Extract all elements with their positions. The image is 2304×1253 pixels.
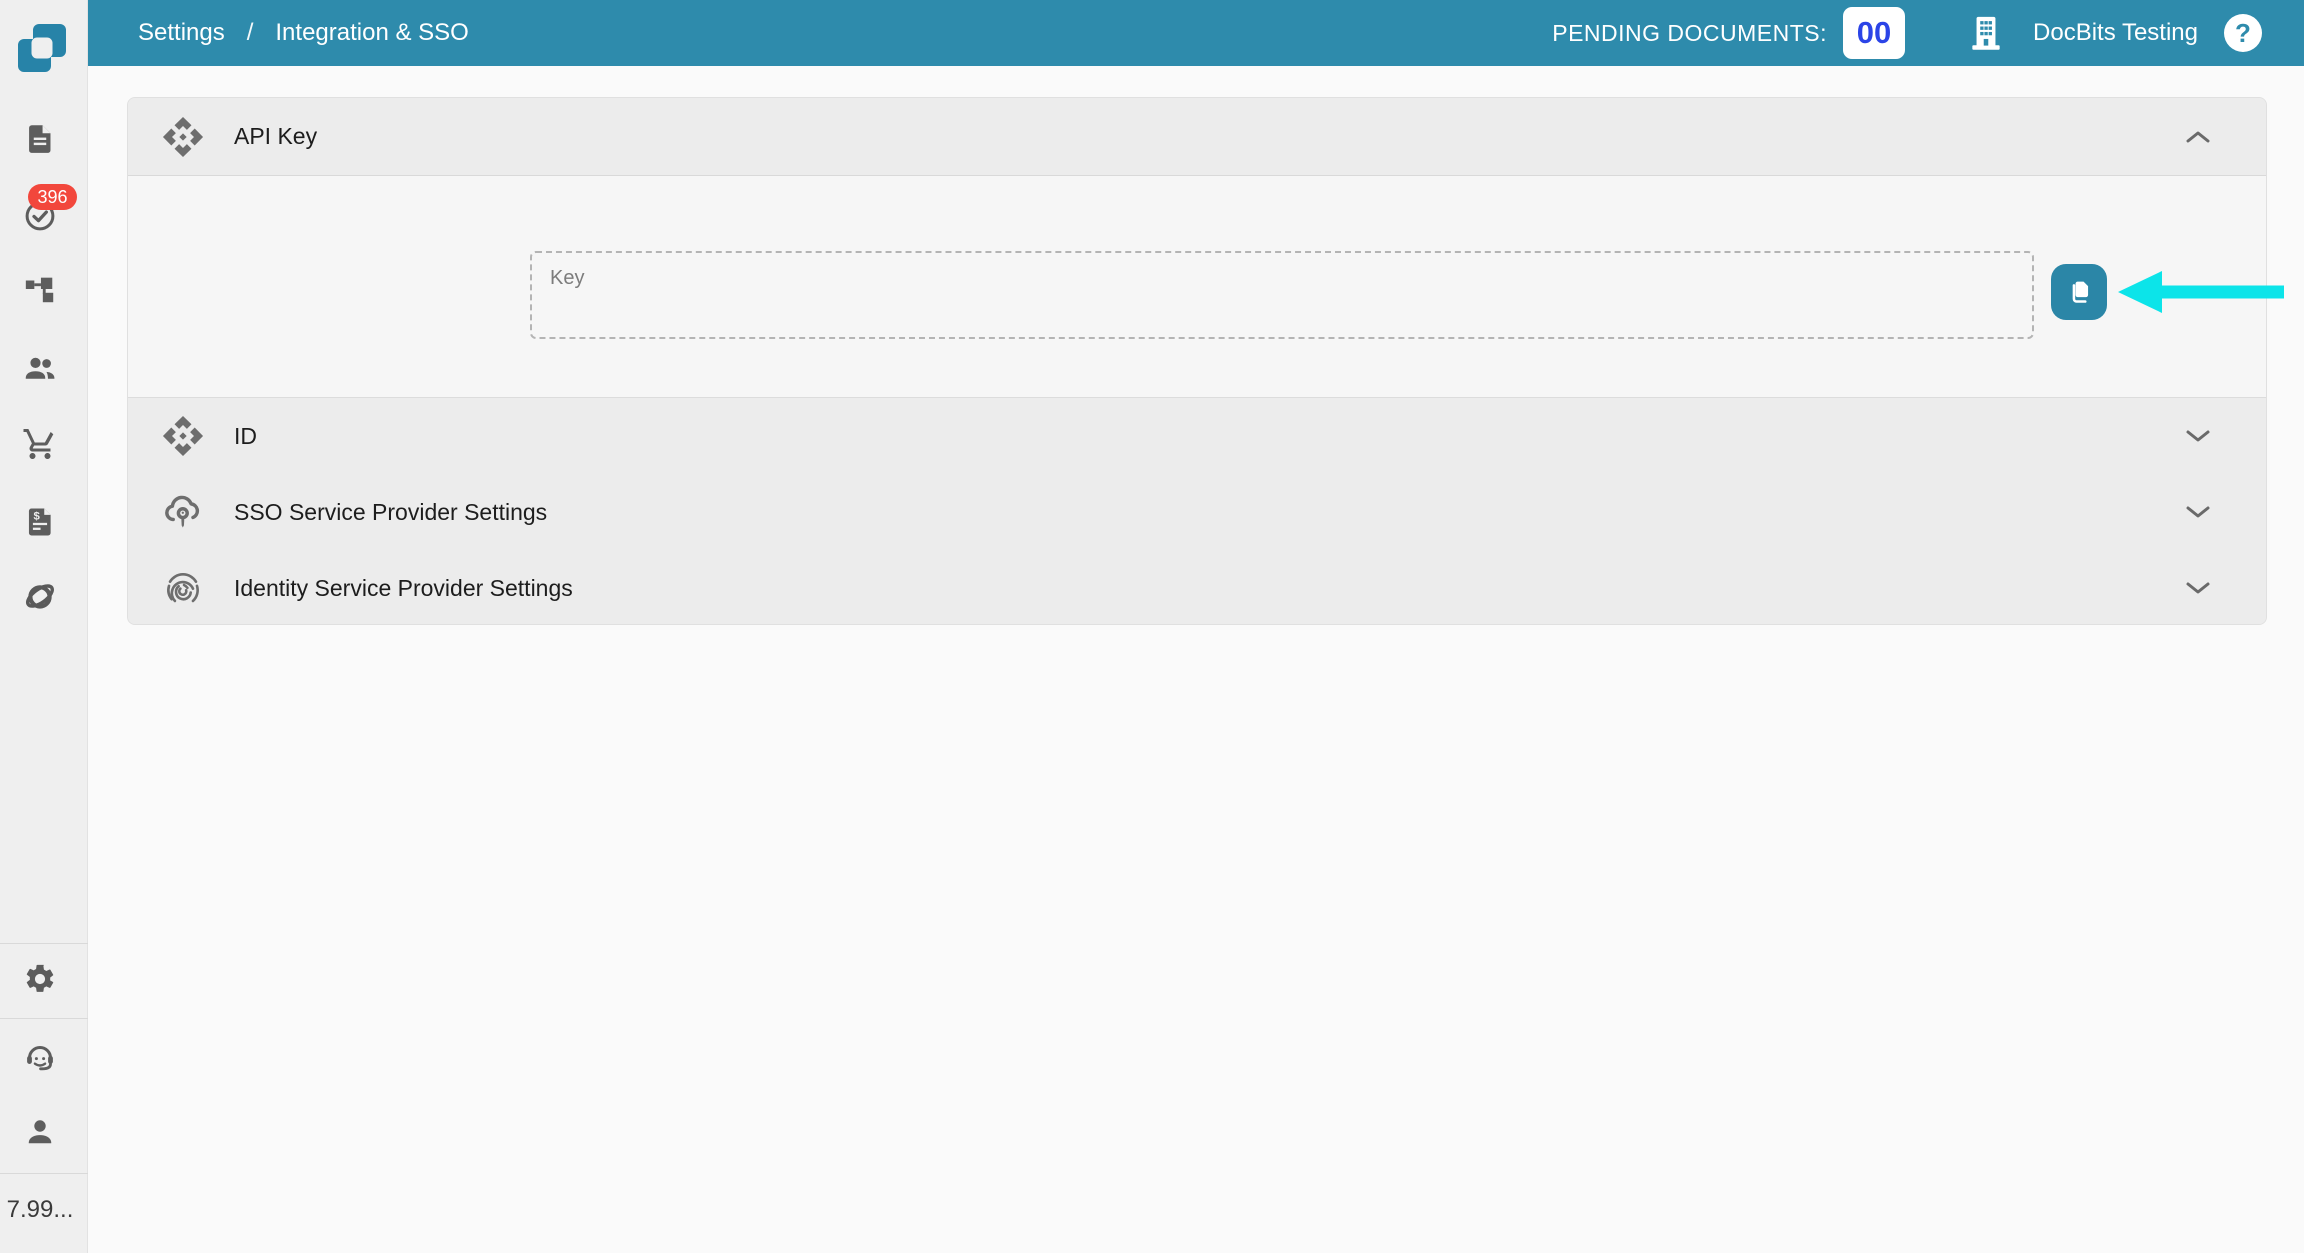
chevron-up-icon[interactable]	[2184, 129, 2212, 145]
flow-tree-icon	[23, 272, 57, 306]
question-mark-icon: ?	[2235, 18, 2251, 49]
organization-name: DocBits Testing	[2033, 19, 2198, 47]
pending-documents-label: PENDING DOCUMENTS:	[1552, 20, 1827, 47]
accordion-identity-service-provider[interactable]: Identity Service Provider Settings	[128, 550, 2266, 625]
accordion-api-key[interactable]: API Key	[128, 98, 2266, 176]
invoice-icon: $	[23, 505, 57, 539]
cloud-key-icon	[159, 488, 207, 536]
people-icon	[22, 350, 58, 386]
sidebar-item-integrations[interactable]	[22, 578, 58, 614]
sidebar-divider	[0, 1018, 88, 1019]
accordion-label: API Key	[234, 123, 317, 150]
copy-icon	[2063, 276, 2095, 308]
document-icon	[23, 122, 57, 156]
sidebar-item-purchase-orders[interactable]	[22, 426, 58, 462]
copy-api-key-button[interactable]	[2051, 264, 2107, 320]
sidebar-item-settings[interactable]	[22, 961, 58, 997]
headset-icon	[22, 1040, 58, 1076]
svg-text:$: $	[33, 511, 40, 523]
accordion-label: SSO Service Provider Settings	[234, 499, 547, 526]
cart-icon	[22, 426, 58, 462]
top-bar: Settings / Integration & SSO PENDING DOC…	[88, 0, 2304, 66]
fingerprint-icon	[159, 564, 207, 612]
accordion-label: ID	[234, 423, 257, 450]
chevron-down-icon[interactable]	[2184, 504, 2212, 520]
gear-icon	[23, 962, 57, 996]
chevron-down-icon[interactable]	[2184, 428, 2212, 444]
docbits-logo[interactable]	[16, 22, 68, 74]
sidebar-item-documents[interactable]	[22, 121, 58, 157]
sidebar-item-profile[interactable]	[22, 1114, 58, 1150]
pending-documents-count: 00	[1843, 7, 1905, 59]
annotation-arrow-left-icon	[2108, 266, 2294, 318]
sidebar-divider	[0, 1173, 88, 1174]
logo-icon	[16, 22, 68, 74]
chevron-down-icon[interactable]	[2184, 580, 2212, 596]
api-key-field-label: Key	[550, 267, 584, 290]
sidebar-item-workflow[interactable]	[22, 271, 58, 307]
person-icon	[22, 1114, 58, 1150]
sidebar-item-users[interactable]	[22, 350, 58, 386]
api-key-panel: Key	[128, 176, 2266, 398]
validation-count-badge: 396	[28, 184, 77, 210]
sidebar: 396	[0, 0, 88, 1253]
api-icon	[159, 113, 207, 161]
accordion-label: Identity Service Provider Settings	[234, 575, 573, 602]
api-key-field[interactable]: Key	[530, 251, 2034, 339]
organization-switcher[interactable]: DocBits Testing	[1965, 12, 2198, 54]
sidebar-item-support[interactable]	[22, 1040, 58, 1076]
accordion-id[interactable]: ID	[128, 398, 2266, 474]
integration-sso-card: API Key Key	[127, 97, 2267, 625]
breadcrumb-settings[interactable]: Settings	[138, 19, 225, 47]
help-button[interactable]: ?	[2224, 14, 2262, 52]
building-icon	[1965, 12, 2007, 54]
app-version: 7.99...	[0, 1196, 80, 1224]
sidebar-divider	[0, 943, 88, 944]
sidebar-item-invoices[interactable]: $	[22, 504, 58, 540]
breadcrumb-separator: /	[247, 19, 254, 47]
orbit-icon	[22, 578, 58, 614]
breadcrumb-page: Integration & SSO	[275, 19, 468, 47]
breadcrumb: Settings / Integration & SSO	[138, 19, 469, 47]
app-window: 396	[0, 0, 2304, 1253]
api-icon	[159, 412, 207, 460]
accordion-sso-service-provider[interactable]: SSO Service Provider Settings	[128, 474, 2266, 550]
